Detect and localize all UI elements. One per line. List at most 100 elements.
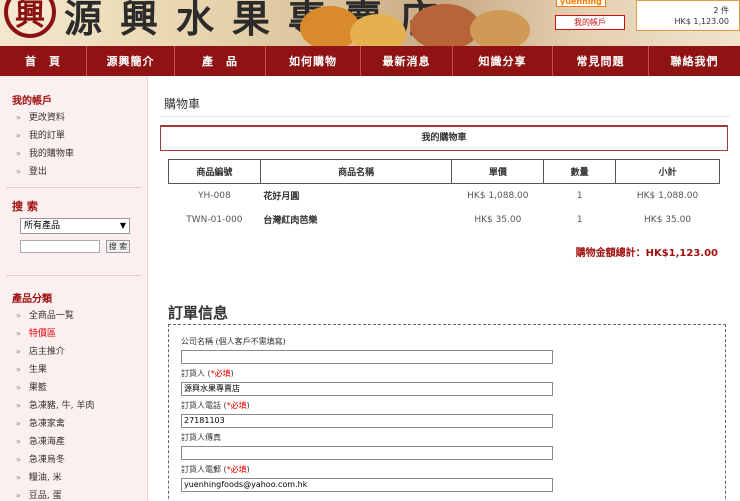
chevron-right-icon: » [16,113,21,122]
sidebar: 我的帳戶 » 更改資料 » 我的訂單 » 我的購物車 » 登出 搜 索 所有產品 ▼ 搜 … [0,76,148,501]
sidebar-category-item[interactable]: » 急凍海產 [0,433,147,451]
company-name-field[interactable] [181,350,553,364]
category-label: 特價區 [28,329,56,339]
sidebar-category-item[interactable]: » 特價區 [0,325,147,343]
field-label-text: 公司名稱 (個人客戶不需填寫) [181,337,286,346]
category-label: 豆品, 蛋 [28,491,62,501]
sidebar-item-my-orders[interactable]: » 我的訂單 [0,127,147,145]
field-label: 訂貨人電郵 (*必填) [181,464,553,476]
nav-faq[interactable]: 常見問題 [553,46,649,76]
chevron-right-icon: » [16,131,21,140]
category-label: 急凍海產 [28,437,65,447]
nav-home[interactable]: 首 頁 [0,46,87,76]
category-label: 急凍烏冬 [28,455,65,465]
category-label: 生果 [28,365,47,375]
cart-summary[interactable]: 2 件 HK$ 1,123.00 [636,0,740,31]
sidebar-category-item[interactable]: » 急凍烏冬 [0,451,147,469]
orderer-name-field[interactable]: 源興水果專賣店 [181,382,553,396]
sidebar-category-item[interactable]: » 豆品, 蛋 [0,487,147,501]
category-label: 急凍豬, 牛, 羊肉 [28,401,95,411]
orderer-fax-field[interactable] [181,446,553,460]
nav-how-to-buy[interactable]: 如何購物 [266,46,361,76]
order-form: 公司名稱 (個人客戶不需填寫) 訂貨人 (*必填) 源興水果專賣店 訂貨人電話 (*必… [168,324,726,501]
category-label: 店主推介 [28,347,65,357]
cell-qty: 1 [576,214,583,225]
cell-name[interactable]: 台灣紅肉芭樂 [260,208,452,232]
cell-price: HK$ 1,088.00 [467,190,529,201]
cart-heading: 我的購物車 [160,125,728,151]
search-input[interactable] [20,240,100,253]
sidebar-item-my-cart[interactable]: » 我的購物車 [0,145,147,163]
orderer-email-field[interactable]: yuenhingfoods@yahoo.com.hk [181,478,553,492]
field-label-text: 訂貨人傳真 [181,433,221,442]
sidebar-category-title: 產品分類 [12,294,52,305]
chevron-right-icon: » [16,311,21,320]
nav-knowledge[interactable]: 知識分享 [453,46,553,76]
cell-code: YH-008 [198,190,231,201]
sidebar-category-item[interactable]: » 生果 [0,361,147,379]
field-label-end: ) [230,369,234,378]
chevron-right-icon: » [16,473,21,482]
cell-subtotal: HK$ 35.00 [644,214,692,225]
chevron-right-icon: » [16,149,21,158]
chevron-down-icon: ▼ [119,221,126,230]
sidebar-category-item[interactable]: » 急凍家禽 [0,415,147,433]
field-label-text: 訂貨人電話 ( [181,401,227,410]
sidebar-category-item[interactable]: » 急凍豬, 牛, 羊肉 [0,397,147,415]
category-label: 全商品一覧 [28,311,74,321]
page-title: 購物車 [164,97,201,111]
cell-subtotal: HK$ 1,088.00 [636,190,699,201]
category-label: 果籃 [28,383,47,393]
nav-about[interactable]: 源興簡介 [87,46,175,76]
field-label-end: ) [246,401,250,410]
table-row: TWN-01-000 台灣紅肉芭樂 HK$ 35.00 1 HK$ 35.00 [169,208,720,232]
nav-contact[interactable]: 聯絡我們 [649,46,740,76]
chevron-right-icon: » [16,167,21,176]
chevron-right-icon: » [16,437,21,446]
search-button[interactable]: 搜 索 [106,240,130,253]
cart-amount: HK$ 1,123.00 [674,17,729,26]
cell-name[interactable]: 花好月圓 [260,184,452,208]
nav-products[interactable]: 產 品 [175,46,266,76]
table-row: YH-008 花好月圓 HK$ 1,088.00 1 HK$ 1,088.00 [169,184,720,208]
sidebar-category-item[interactable]: » 果籃 [0,379,147,397]
form-field: 訂貨人傳真 [181,432,553,460]
sidebar-item-logout[interactable]: » 登出 [0,163,147,181]
form-field: 訂貨人電話 (*必填) 27181103 [181,400,553,428]
divider [160,116,730,117]
divider [6,187,141,188]
cart-table: 商品編號 商品名稱 單價 數量 小計 YH-008 花好月圓 HK$ 1,088.0… [168,159,720,232]
required-marker: *必填 [226,401,247,410]
chevron-right-icon: » [16,491,21,500]
nav-news[interactable]: 最新消息 [361,46,453,76]
cart-item-count: 2 件 [713,6,729,15]
cell-price: HK$ 35.00 [474,214,522,225]
order-info-title: 訂單信息 [168,304,229,322]
category-list: » 全商品一覧 » 特價區 » 店主推介 » 生果 » 果籃 » 急凍豬, 牛, 羊肉 » 急凍家禽 » 急凍… [0,307,147,501]
sidebar-search: 搜 索 [20,240,147,253]
sidebar-search-title: 搜 索 [12,200,38,213]
sidebar-item-edit-profile[interactable]: » 更改資料 [0,109,147,127]
cell-qty: 1 [576,190,583,201]
table-header-row: 商品編號 商品名稱 單價 數量 小計 [168,159,720,184]
column-header: 單價 [451,159,545,184]
sidebar-category-item[interactable]: » 店主推介 [0,343,147,361]
field-label: 訂貨人傳真 [181,432,553,444]
orderer-phone-field[interactable]: 27181103 [181,414,553,428]
promo-notice: yuenhing [556,0,606,7]
column-header: 商品名稱 [259,159,453,184]
fruit-image [350,14,406,46]
required-marker: *必填 [210,369,231,378]
field-label: 訂貨人 (*必填) [181,368,553,380]
column-header: 小計 [615,159,720,184]
sidebar-category-item[interactable]: » 糧油, 米 [0,469,147,487]
my-account-button[interactable]: 我的帳戶 [555,15,625,30]
store-logo[interactable]: 興 [4,0,56,38]
chevron-right-icon: » [16,365,21,374]
field-label: 訂貨人電話 (*必填) [181,400,553,412]
sidebar-category-item[interactable]: » 全商品一覧 [0,307,147,325]
chevron-right-icon: » [16,455,21,464]
column-header: 商品編號 [168,159,261,184]
divider [6,275,141,276]
product-category-select[interactable]: 所有產品 ▼ [20,218,130,234]
